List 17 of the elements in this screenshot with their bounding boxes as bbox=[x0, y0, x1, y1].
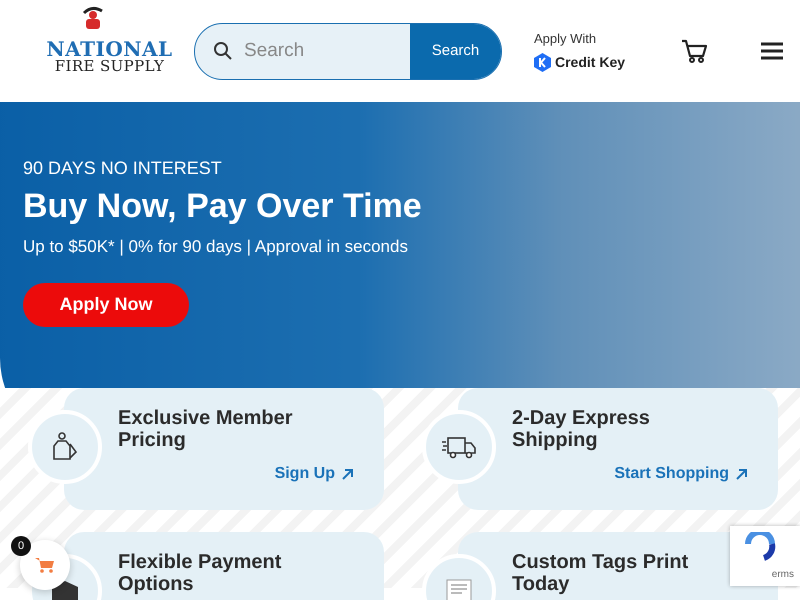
apply-now-button[interactable]: Apply Now bbox=[23, 282, 189, 326]
feature-title: Exclusive Member Pricing bbox=[118, 407, 294, 451]
search-field[interactable]: Search Search bbox=[194, 22, 502, 80]
hero-title: Buy Now, Pay Over Time bbox=[23, 186, 422, 227]
feature-title: Flexible Payment Options bbox=[118, 551, 282, 595]
feature-title: Custom Tags Print Today bbox=[512, 551, 690, 595]
search-button[interactable]: Search bbox=[410, 24, 501, 78]
logo-text: NATIONAL bbox=[46, 38, 173, 58]
financing-label: Apply With bbox=[534, 30, 598, 48]
credit-key-brand[interactable]: Credit Key bbox=[555, 52, 626, 74]
hero-subtitle: Up to $50K* | 0% for 90 days | Approval in seconds bbox=[23, 236, 408, 258]
recaptcha-terms[interactable]: erms bbox=[772, 567, 794, 582]
feature-link[interactable]: Sign Up bbox=[274, 462, 354, 486]
feature-link[interactable]: Start Shopping bbox=[614, 462, 748, 486]
hero-eyebrow: 90 DAYS NO INTEREST bbox=[23, 157, 222, 179]
feature-title: 2-Day Express Shipping bbox=[512, 407, 651, 451]
logo-text: FIRE SUPPLY bbox=[54, 58, 164, 74]
